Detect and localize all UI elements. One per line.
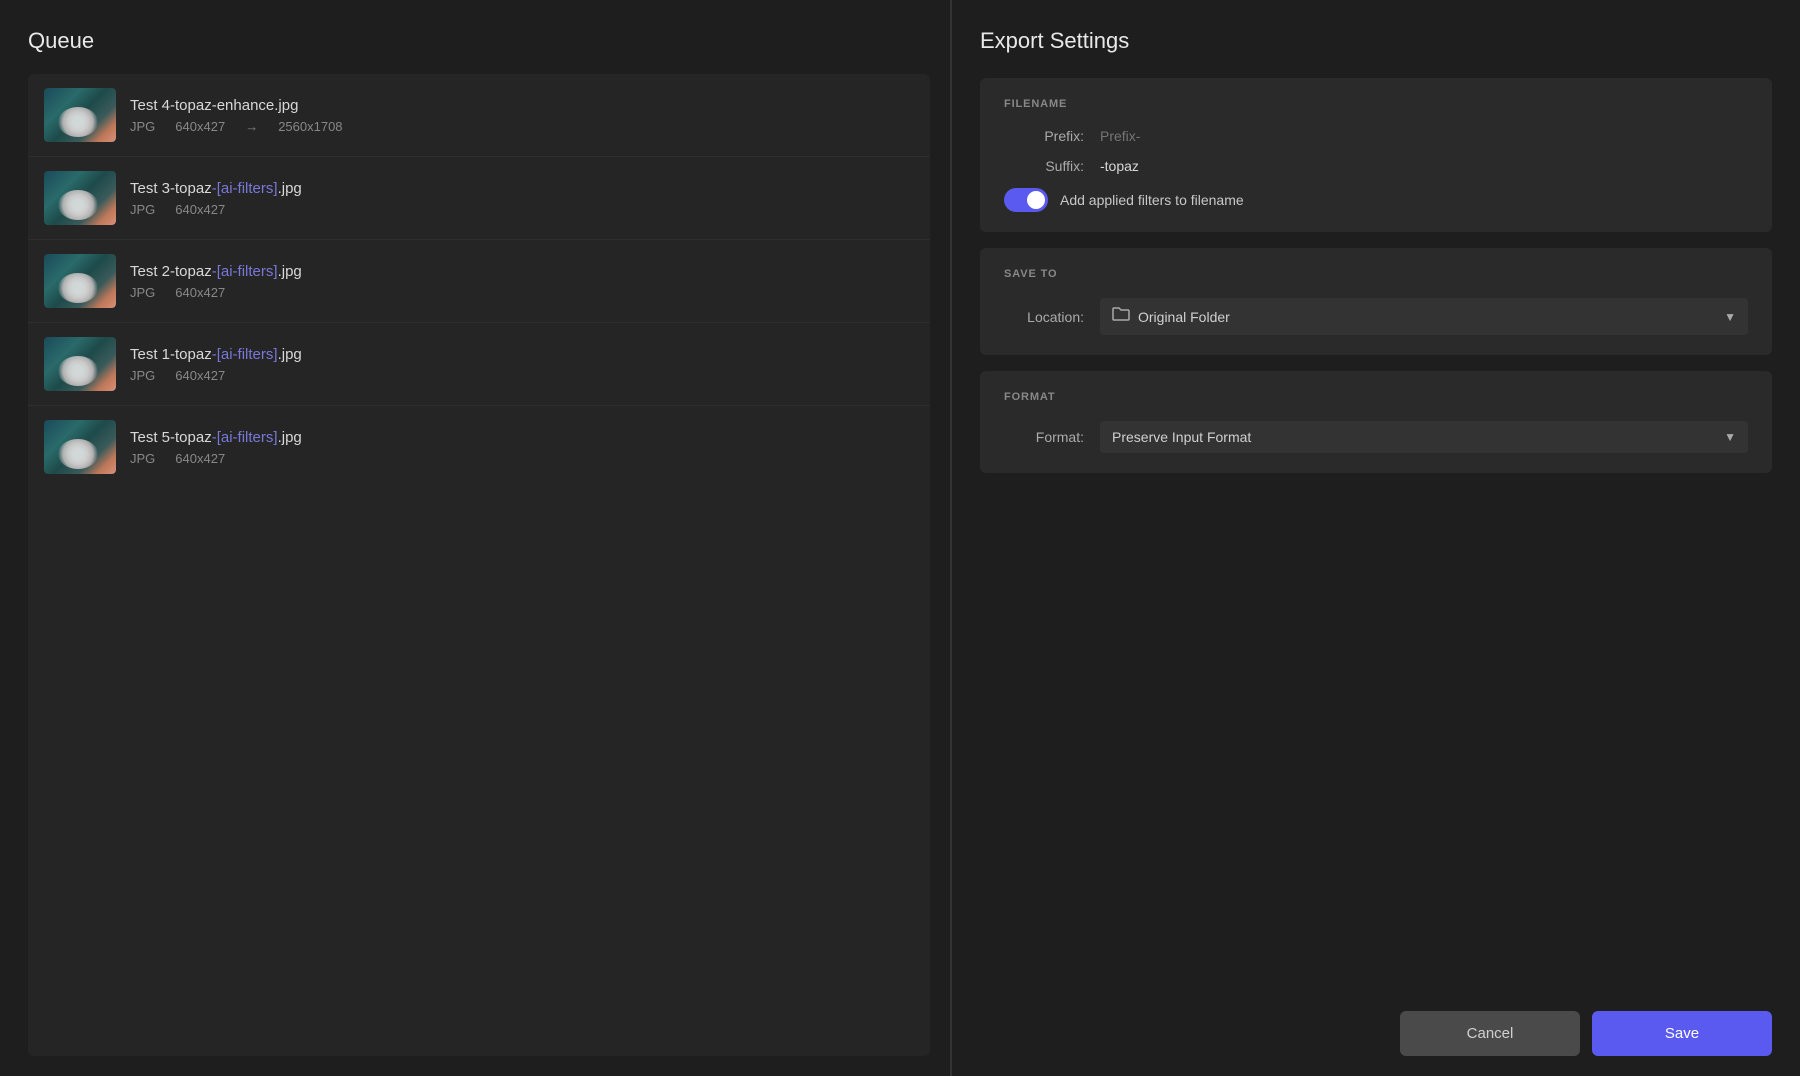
export-settings-panel: Export Settings FILENAME Prefix: Suffix:… bbox=[952, 0, 1800, 1076]
queue-meta: JPG 640x427 bbox=[130, 368, 914, 383]
toggle-label: Add applied filters to filename bbox=[1060, 192, 1244, 208]
filename-ext: .jpg bbox=[278, 346, 302, 363]
format-row: Format: Preserve Input Format ▼ bbox=[1004, 421, 1748, 453]
queue-format: JPG bbox=[130, 368, 155, 383]
queue-item-info: Test 3-topaz-[ai-filters].jpg JPG 640x427 bbox=[130, 180, 914, 217]
save-button[interactable]: Save bbox=[1592, 1011, 1772, 1056]
filename-filter: -[ai-filters] bbox=[212, 429, 278, 446]
filename-base: Test 5-topaz bbox=[130, 429, 212, 446]
queue-format: JPG bbox=[130, 119, 155, 134]
queue-format: JPG bbox=[130, 451, 155, 466]
queue-output-size: 2560x1708 bbox=[278, 119, 342, 134]
filename-base: Test 2-topaz bbox=[130, 263, 212, 280]
queue-thumbnail bbox=[44, 171, 116, 225]
queue-format: JPG bbox=[130, 285, 155, 300]
queue-arrow: → bbox=[245, 119, 258, 134]
queue-item-info: Test 4-topaz-enhance.jpg JPG 640x427 → 2560x… bbox=[130, 97, 914, 134]
queue-item[interactable]: Test 1-topaz-[ai-filters].jpg JPG 640x427 bbox=[28, 323, 930, 406]
queue-item[interactable]: Test 5-topaz-[ai-filters].jpg JPG 640x427 bbox=[28, 406, 930, 488]
toggle-row: Add applied filters to filename bbox=[1004, 188, 1748, 212]
suffix-row: Suffix: -topaz bbox=[1004, 158, 1748, 174]
queue-thumbnail bbox=[44, 88, 116, 142]
queue-meta: JPG 640x427 → 2560x1708 bbox=[130, 119, 914, 134]
queue-thumbnail bbox=[44, 254, 116, 308]
queue-filename: Test 5-topaz-[ai-filters].jpg bbox=[130, 429, 914, 446]
cancel-button[interactable]: Cancel bbox=[1400, 1011, 1580, 1056]
queue-format: JPG bbox=[130, 202, 155, 217]
filename-filter: -[ai-filters] bbox=[212, 263, 278, 280]
filename-filter: -[ai-filters] bbox=[212, 180, 278, 197]
filename-ext: .jpg bbox=[278, 180, 302, 197]
queue-meta: JPG 640x427 bbox=[130, 285, 914, 300]
bottom-actions: Cancel Save bbox=[980, 991, 1772, 1056]
prefix-row: Prefix: bbox=[1004, 128, 1748, 144]
queue-title: Queue bbox=[28, 28, 930, 54]
chevron-down-icon: ▼ bbox=[1724, 310, 1736, 324]
folder-icon bbox=[1112, 306, 1130, 327]
filename-ext: .jpg bbox=[278, 263, 302, 280]
prefix-input[interactable] bbox=[1100, 128, 1281, 144]
queue-meta: JPG 640x427 bbox=[130, 451, 914, 466]
queue-size: 640x427 bbox=[175, 451, 225, 466]
suffix-label: Suffix: bbox=[1004, 158, 1084, 174]
ai-filters-toggle[interactable] bbox=[1004, 188, 1048, 212]
format-value: Preserve Input Format bbox=[1112, 429, 1251, 445]
format-section: FORMAT Format: Preserve Input Format ▼ bbox=[980, 371, 1772, 473]
queue-filename: Test 1-topaz-[ai-filters].jpg bbox=[130, 346, 914, 363]
prefix-label: Prefix: bbox=[1004, 128, 1084, 144]
suffix-value: -topaz bbox=[1100, 158, 1139, 174]
queue-filename: Test 2-topaz-[ai-filters].jpg bbox=[130, 263, 914, 280]
location-value: Original Folder bbox=[1138, 309, 1230, 325]
saveto-section: SAVE TO Location: Original Folder ▼ bbox=[980, 248, 1772, 355]
format-chevron-icon: ▼ bbox=[1724, 430, 1736, 444]
saveto-section-label: SAVE TO bbox=[1004, 268, 1748, 280]
location-row: Location: Original Folder ▼ bbox=[1004, 298, 1748, 335]
filename-ext: .jpg bbox=[278, 429, 302, 446]
filename-section-label: FILENAME bbox=[1004, 98, 1748, 110]
queue-item-info: Test 1-topaz-[ai-filters].jpg JPG 640x427 bbox=[130, 346, 914, 383]
queue-panel: Queue Test 4-topaz-enhance.jpg JPG 640x427… bbox=[0, 0, 950, 1076]
queue-size: 640x427 bbox=[175, 368, 225, 383]
queue-item-info: Test 5-topaz-[ai-filters].jpg JPG 640x427 bbox=[130, 429, 914, 466]
filename-section: FILENAME Prefix: Suffix: -topaz Add appl… bbox=[980, 78, 1772, 232]
location-label: Location: bbox=[1004, 309, 1084, 325]
queue-item[interactable]: Test 3-topaz-[ai-filters].jpg JPG 640x427 bbox=[28, 157, 930, 240]
queue-thumbnail bbox=[44, 337, 116, 391]
location-dropdown[interactable]: Original Folder ▼ bbox=[1100, 298, 1748, 335]
format-dropdown[interactable]: Preserve Input Format ▼ bbox=[1100, 421, 1748, 453]
queue-thumbnail bbox=[44, 420, 116, 474]
filename-filter: -[ai-filters] bbox=[212, 346, 278, 363]
queue-filename: Test 3-topaz-[ai-filters].jpg bbox=[130, 180, 914, 197]
queue-size: 640x427 bbox=[175, 202, 225, 217]
queue-size: 640x427 bbox=[175, 119, 225, 134]
filename-base: Test 3-topaz bbox=[130, 180, 212, 197]
format-section-label: FORMAT bbox=[1004, 391, 1748, 403]
queue-meta: JPG 640x427 bbox=[130, 202, 914, 217]
queue-size: 640x427 bbox=[175, 285, 225, 300]
queue-item[interactable]: Test 4-topaz-enhance.jpg JPG 640x427 → 2560x… bbox=[28, 74, 930, 157]
filename-base: Test 1-topaz bbox=[130, 346, 212, 363]
queue-filename: Test 4-topaz-enhance.jpg bbox=[130, 97, 914, 114]
queue-item[interactable]: Test 2-topaz-[ai-filters].jpg JPG 640x427 bbox=[28, 240, 930, 323]
format-label: Format: bbox=[1004, 429, 1084, 445]
queue-item-info: Test 2-topaz-[ai-filters].jpg JPG 640x427 bbox=[130, 263, 914, 300]
queue-list: Test 4-topaz-enhance.jpg JPG 640x427 → 2560x… bbox=[28, 74, 930, 1056]
export-title: Export Settings bbox=[980, 28, 1772, 54]
